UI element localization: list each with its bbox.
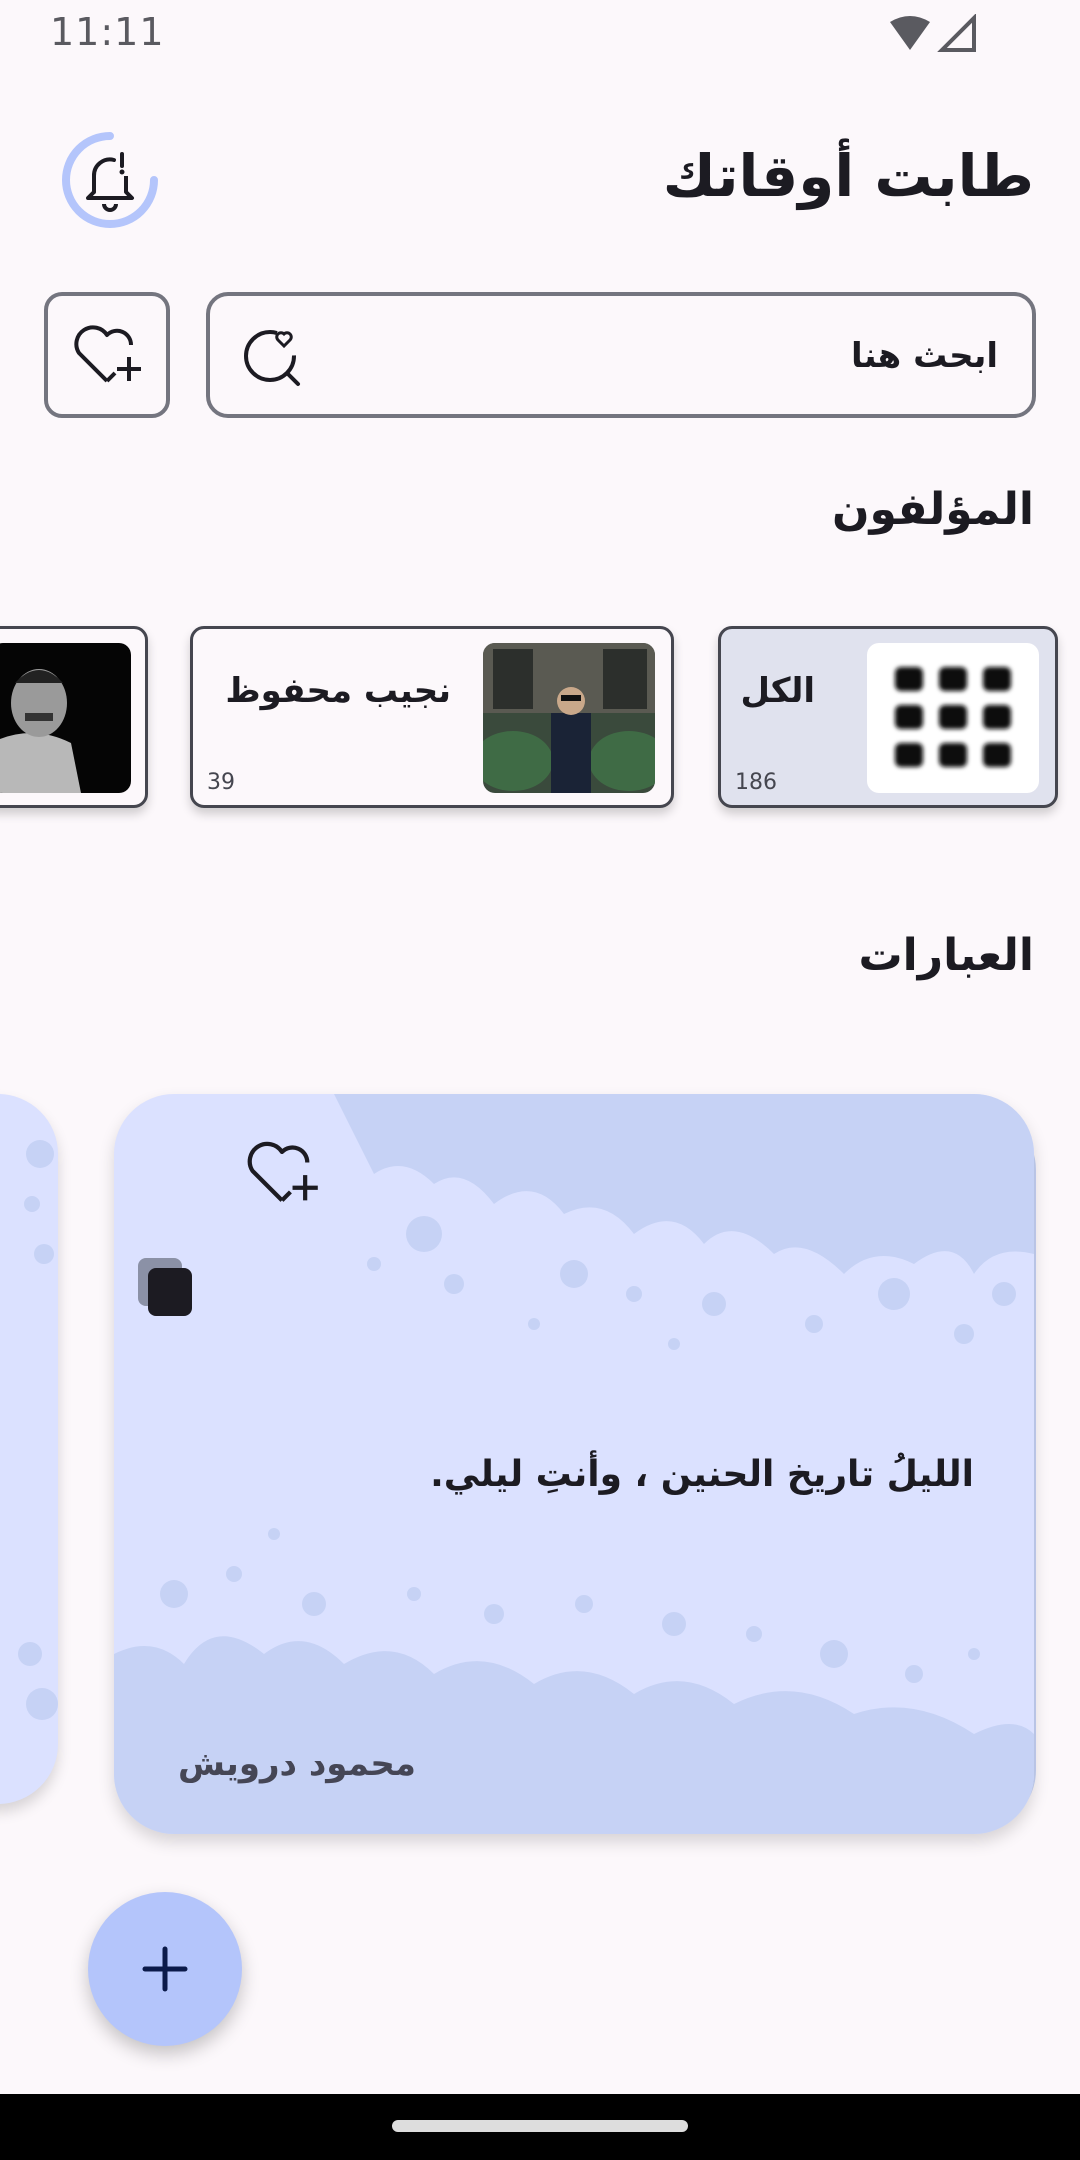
add-quote-button[interactable]	[88, 1892, 242, 2046]
author-count: 39	[207, 770, 235, 795]
quote-author: محمود درويش	[178, 1744, 416, 1784]
copy-icon[interactable]	[134, 1254, 198, 1318]
heart-plus-icon	[74, 325, 141, 383]
author-card-partial[interactable]	[0, 626, 148, 808]
wifi-icon	[890, 16, 930, 50]
add-favorite-button[interactable]	[44, 292, 170, 418]
quotes-section-title: العبارات	[858, 930, 1034, 981]
grid-icon	[867, 643, 1039, 793]
author-photo	[483, 643, 655, 793]
author-photo	[0, 643, 131, 793]
plus-icon	[142, 1946, 188, 1992]
author-card-all[interactable]: الكل 186	[718, 626, 1058, 808]
author-card-mahfouz[interactable]: نجيب محفوظ 39	[190, 626, 674, 808]
search-input[interactable]: ابحث هنا	[206, 292, 1036, 418]
search-heart-icon	[240, 322, 310, 392]
system-navigation-bar	[0, 2094, 1080, 2160]
notifications-button[interactable]	[60, 130, 160, 230]
heart-plus-icon[interactable]	[242, 1138, 322, 1218]
status-icons	[890, 13, 980, 54]
status-time: 11:11	[50, 10, 165, 54]
author-count: 186	[735, 770, 777, 795]
quote-text: الليلُ تاريخ الحنين ، وأنتِ ليلي.	[430, 1454, 974, 1495]
author-name: الكل	[740, 671, 815, 711]
home-handle[interactable]	[392, 2120, 688, 2132]
quote-card-previous[interactable]	[0, 1094, 58, 1804]
app-title: طابت أوقاتك	[662, 142, 1034, 210]
author-name: نجيب محفوظ	[225, 671, 451, 711]
authors-section-title: المؤلفون	[831, 484, 1034, 535]
bell-icon	[62, 132, 158, 228]
search-placeholder: ابحث هنا	[851, 336, 998, 376]
quote-card[interactable]: الليلُ تاريخ الحنين ، وأنتِ ليلي. محمود …	[114, 1094, 1034, 1834]
signal-icon	[937, 13, 976, 52]
